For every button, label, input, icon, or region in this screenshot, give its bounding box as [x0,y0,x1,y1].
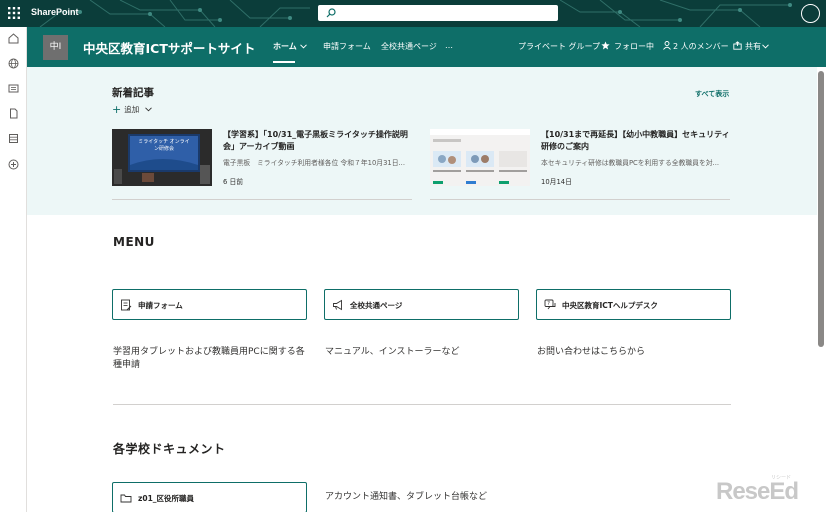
home-icon[interactable] [8,33,19,44]
globe-icon[interactable] [8,58,19,69]
news-section: 新着記事 + 追加 すべて表示 ミライタッチ オンライン研修会 【学習系】「10/… [27,67,817,215]
form-icon [121,299,132,311]
nav-selected-indicator [273,61,295,63]
megaphone-icon [333,299,342,311]
news-add-button[interactable]: + 追加 [112,103,152,116]
share-icon [733,41,742,50]
folder-icon [120,494,132,503]
search-icon [326,8,336,18]
news-thumbnail[interactable] [430,129,530,186]
document-folder-button[interactable]: z01_区役所職員 [112,482,307,512]
news-icon[interactable] [8,83,19,94]
presentation-photo [112,129,212,186]
documents-title: 各学校ドキュメント [113,442,226,456]
star-icon[interactable] [601,41,610,50]
menu-description: マニュアル、インストーラーなど [325,347,460,357]
menu-description: 学習用タブレットおよび教職員用PCに関する各種申請 [113,347,305,370]
suite-bar: SharePoint [0,0,826,27]
thumbnail-caption: ミライタッチ オンライン研修会 [138,139,190,152]
see-all-link[interactable]: すべて表示 [695,89,729,99]
watermark-sub: リシード [771,475,792,481]
news-title: 新着記事 [112,87,154,99]
news-card-title[interactable]: 【学習系】「10/31_電子黒板ミライタッチ操作説明会」アーカイブ動画 [223,129,413,153]
share-button[interactable]: 共有 [745,41,761,52]
nav-common-page[interactable]: 全校共通ページ [381,41,437,52]
menu-button-label: 申請フォーム [138,301,183,310]
menu-application-form-button[interactable]: 申請フォーム [112,289,307,320]
menu-button-label: 中央区教育ICTヘルプデスク [562,301,658,310]
follow-button[interactable]: フォロー中 [614,41,654,52]
nav-home[interactable]: ホーム [273,41,297,52]
person-icon [663,41,671,50]
nav-more[interactable]: … [445,41,453,50]
privacy-label: プライベート グループ [518,42,601,51]
news-card-divider [112,199,412,200]
file-icon[interactable] [8,108,19,119]
account-avatar[interactable] [801,4,820,23]
site-logo[interactable]: 中I [43,35,68,60]
nav-application-form[interactable]: 申請フォーム [323,41,371,52]
scrollbar[interactable] [818,71,824,347]
site-header: 中I 中央区教育ICTサポートサイト ホーム 申請フォーム 全校共通ページ … … [27,27,826,67]
app-name[interactable]: SharePoint [31,7,79,17]
menu-title: MENU [113,235,155,249]
news-card-description: 電子黒板 ミライタッチ利用者様各位 令和７年10月31日... [223,159,405,167]
section-divider [113,404,731,405]
plus-icon: + [112,103,122,116]
news-card-date: 6 日前 [223,178,244,186]
training-page-preview [430,129,530,186]
news-card-title[interactable]: 【10/31まで再延長】【幼小中教職員】セキュリティ研修のご案内 [541,129,731,153]
site-title[interactable]: 中央区教育ICTサポートサイト [83,38,255,57]
document-description: アカウント通知書、タブレット台帳など [325,492,488,502]
svg-text:?: ? [547,301,550,307]
news-card-date: 10月14日 [541,178,572,186]
share-chevron-icon[interactable] [762,44,769,49]
list-icon[interactable] [8,133,19,144]
document-button-label: z01_区役所職員 [138,494,195,503]
members-button[interactable]: 2 人のメンバー [673,41,729,52]
menu-helpdesk-button[interactable]: ? 中央区教育ICTヘルプデスク [536,289,731,320]
menu-common-page-button[interactable]: 全校共通ページ [324,289,519,320]
create-plus-icon[interactable] [8,159,19,170]
news-card-description: 本セキュリティ研修は教職員PCを利用する全教職員を対... [541,159,720,167]
watermark-logo: ReseEd [716,478,799,505]
chevron-down-icon[interactable] [300,44,307,49]
news-thumbnail[interactable]: ミライタッチ オンライン研修会 [112,129,212,186]
left-rail [0,27,27,512]
menu-description: お問い合わせはこちらから [537,347,646,357]
search-input[interactable] [318,5,558,21]
news-card-divider [430,199,730,200]
app-launcher-icon[interactable] [8,7,20,19]
chevron-down-icon [144,107,152,112]
news-card[interactable]: ミライタッチ オンライン研修会 【学習系】「10/31_電子黒板ミライタッチ操作… [112,129,412,201]
news-card[interactable]: 【10/31まで再延長】【幼小中教職員】セキュリティ研修のご案内 本セキュリティ… [430,129,730,201]
help-chat-icon: ? [544,299,556,310]
menu-button-label: 全校共通ページ [350,301,403,310]
